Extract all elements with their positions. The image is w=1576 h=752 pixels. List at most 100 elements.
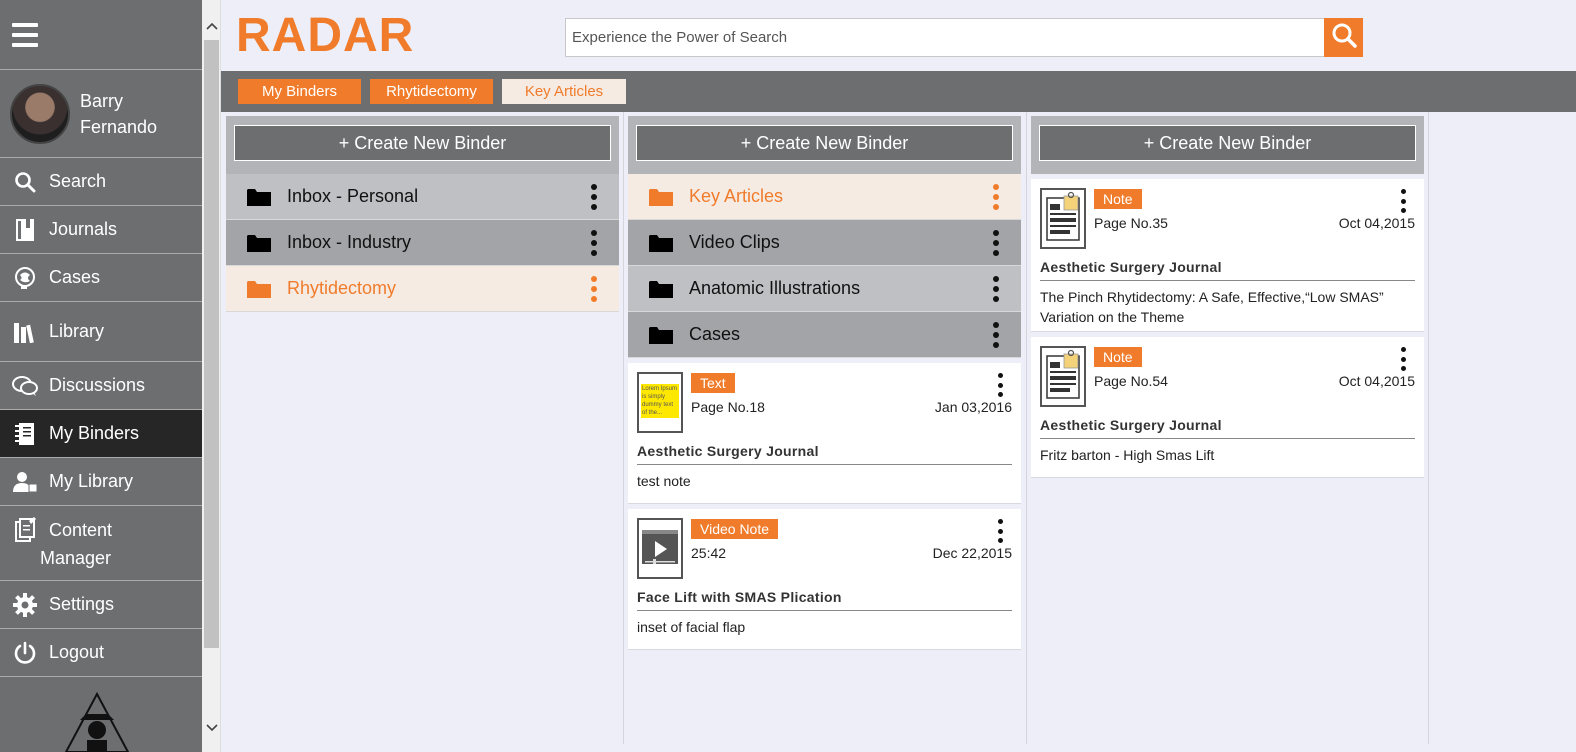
- brain-head-icon: [12, 265, 38, 291]
- video-thumbnail: [637, 518, 683, 579]
- sidebar-item-settings[interactable]: Settings: [0, 581, 202, 629]
- card-page-number: Page No.18: [691, 399, 765, 415]
- sidebar-item-search[interactable]: Search: [0, 158, 202, 206]
- folder-row-video-clips[interactable]: Video Clips: [628, 220, 1021, 266]
- gear-icon: [12, 592, 38, 618]
- card-divider: [637, 610, 1012, 611]
- folder-label: Rhytidectomy: [287, 278, 397, 298]
- page-scrollbar[interactable]: [202, 0, 221, 752]
- user-profile[interactable]: Barry Fernando: [0, 70, 202, 158]
- breadcrumb-key-articles[interactable]: Key Articles: [502, 79, 626, 104]
- more-options-icon[interactable]: [591, 184, 597, 210]
- hamburger-icon: [12, 22, 38, 47]
- folder-label: Key Articles: [689, 186, 784, 206]
- more-options-icon[interactable]: [591, 276, 597, 302]
- more-options-icon[interactable]: [998, 519, 1003, 543]
- folder-row-inbox-industry[interactable]: Inbox - Industry: [226, 220, 619, 266]
- note-card[interactable]: Lorem Ipsum is simply dummy text of the.…: [628, 363, 1021, 504]
- more-options-icon[interactable]: [993, 276, 999, 302]
- menu-toggle-button[interactable]: [0, 0, 202, 70]
- sidebar-item-content-manager[interactable]: Content Manager: [0, 506, 202, 581]
- sidebar-item-my-binders[interactable]: My Binders: [0, 410, 202, 458]
- binder-column-3: + Create New Binder Note Page No.35 Oct …: [1031, 112, 1424, 752]
- sidebar-item-label-line2: Manager: [40, 548, 112, 568]
- app-logo[interactable]: RADAR: [236, 8, 414, 63]
- column-divider: [623, 112, 624, 744]
- sidebar-item-my-library[interactable]: My Library: [0, 458, 202, 506]
- card-divider: [637, 464, 1012, 465]
- create-new-binder-button[interactable]: + Create New Binder: [1039, 125, 1416, 161]
- card-note-text: The Pinch Rhytidectomy: A Safe, Effectiv…: [1040, 289, 1384, 325]
- card-page-number: Page No.35: [1094, 215, 1168, 231]
- more-options-icon[interactable]: [993, 230, 999, 256]
- create-new-binder-button[interactable]: + Create New Binder: [636, 125, 1013, 161]
- power-icon: [12, 640, 38, 666]
- binder-column-2: + Create New Binder Key Articles Video C…: [628, 112, 1021, 752]
- folder-row-anatomic-illustrations[interactable]: Anatomic Illustrations: [628, 266, 1021, 312]
- header: RADAR Experience the Power of Search: [221, 0, 1576, 71]
- card-divider: [1040, 438, 1415, 439]
- avatar: [10, 83, 70, 144]
- card-journal-title: Aesthetic Surgery Journal: [1040, 417, 1222, 433]
- sidebar-item-label: Journals: [49, 219, 118, 239]
- more-options-icon[interactable]: [998, 373, 1003, 397]
- chat-bubbles-icon: [12, 373, 38, 399]
- scrollbar-thumb[interactable]: [204, 40, 219, 648]
- folder-row-cases[interactable]: Cases: [628, 312, 1021, 358]
- video-note-card[interactable]: Video Note 25:42 Dec 22,2015 Face Lift w…: [628, 509, 1021, 650]
- note-type-badge: Note: [1094, 347, 1142, 367]
- sidebar-item-label: Search: [49, 171, 107, 191]
- sidebar-item-discussions[interactable]: Discussions: [0, 362, 202, 410]
- scroll-up-icon[interactable]: [202, 16, 221, 35]
- card-duration: 25:42: [691, 545, 727, 561]
- folder-row-inbox-personal[interactable]: Inbox - Personal: [226, 174, 619, 220]
- card-date: Jan 03,2016: [934, 399, 1012, 415]
- note-card[interactable]: Note Page No.35 Oct 04,2015 Aesthetic Su…: [1031, 179, 1424, 332]
- create-new-binder-button[interactable]: + Create New Binder: [234, 125, 611, 161]
- card-date: Dec 22,2015: [932, 545, 1012, 561]
- note-type-badge: Note: [1094, 189, 1142, 209]
- search-icon: [12, 169, 38, 195]
- folder-label: Cases: [689, 324, 741, 344]
- create-binder-bar: + Create New Binder: [628, 116, 1021, 174]
- user-last-name: Fernando: [80, 116, 158, 137]
- card-journal-title: Aesthetic Surgery Journal: [637, 443, 819, 459]
- document-note-thumbnail: [1040, 346, 1086, 407]
- card-divider: [1040, 280, 1415, 281]
- note-card[interactable]: Note Page No.54 Oct 04,2015 Aesthetic Su…: [1031, 337, 1424, 478]
- scroll-down-icon[interactable]: [202, 718, 221, 737]
- sidebar-item-cases[interactable]: Cases: [0, 254, 202, 302]
- more-options-icon[interactable]: [591, 230, 597, 256]
- folder-label: Inbox - Industry: [287, 232, 412, 252]
- folder-label: Anatomic Illustrations: [689, 278, 861, 298]
- content-edit-icon: [12, 517, 38, 543]
- breadcrumb-rhytidectomy[interactable]: Rhytidectomy: [370, 79, 493, 104]
- card-note-text: test note: [637, 473, 691, 489]
- sidebar-item-journals[interactable]: Journals: [0, 206, 202, 254]
- more-options-icon[interactable]: [1401, 189, 1406, 213]
- create-binder-bar: + Create New Binder: [226, 116, 619, 174]
- card-note-text: Fritz barton - High Smas Lift: [1040, 447, 1215, 463]
- sidebar-item-label-line1: Content: [49, 520, 113, 540]
- sidebar-item-library[interactable]: Library: [0, 302, 202, 362]
- folder-icon: [247, 280, 271, 298]
- note-type-badge: Text: [691, 373, 735, 393]
- binder-column-1: + Create New Binder Inbox - Personal Inb…: [226, 112, 619, 752]
- sidebar-item-logout[interactable]: Logout: [0, 629, 202, 677]
- sidebar-item-label: Content Manager: [40, 516, 113, 572]
- thumbnail-highlight-text: Lorem Ipsum is simply dummy text of the.…: [641, 384, 679, 418]
- breadcrumb-my-binders[interactable]: My Binders: [238, 79, 361, 104]
- folder-row-rhytidectomy[interactable]: Rhytidectomy: [226, 266, 619, 312]
- text-highlight-thumbnail: Lorem Ipsum is simply dummy text of the.…: [637, 372, 683, 433]
- more-options-icon[interactable]: [993, 184, 999, 210]
- sidebar-item-label: Library: [49, 321, 105, 341]
- search-button[interactable]: [1324, 18, 1363, 57]
- folder-row-key-articles[interactable]: Key Articles: [628, 174, 1021, 220]
- card-date: Oct 04,2015: [1338, 373, 1415, 389]
- sidebar-item-label: Settings: [49, 594, 115, 614]
- more-options-icon[interactable]: [1401, 347, 1406, 371]
- more-options-icon[interactable]: [993, 322, 999, 348]
- folder-icon: [649, 234, 673, 252]
- binder-icon: [12, 421, 38, 447]
- search-input[interactable]: Experience the Power of Search: [565, 18, 1325, 57]
